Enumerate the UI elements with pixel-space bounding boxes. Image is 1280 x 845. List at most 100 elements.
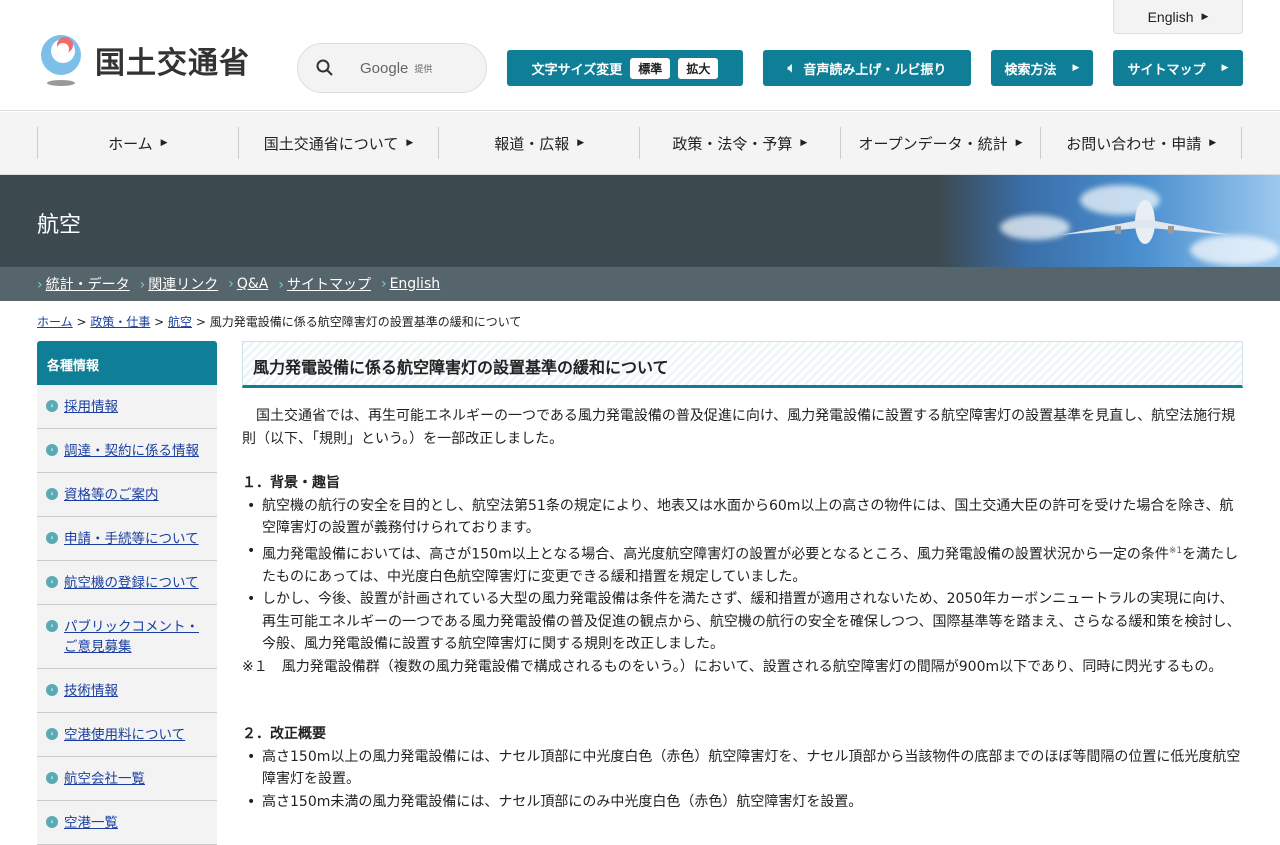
chevron-circle-icon: › — [46, 444, 58, 456]
mlit-logo[interactable]: 国土交通省 — [37, 33, 262, 87]
breadcrumb-policy[interactable]: 政策・仕事 — [90, 315, 150, 329]
gnav-press[interactable]: 報道・広報 ▶ — [439, 127, 641, 159]
english-link[interactable]: English ▶ — [1113, 0, 1243, 34]
triangle-right-icon: ▶ — [1221, 63, 1229, 73]
font-size-label: 文字サイズ変更 — [531, 62, 623, 78]
chevron-circle-icon: › — [46, 816, 58, 828]
sidebar-title: 各種情報 — [37, 341, 217, 385]
search-method-button[interactable]: 検索方法 ▶ — [991, 50, 1093, 86]
search-icon[interactable] — [316, 59, 334, 77]
triangle-right-icon: ▶ — [406, 138, 414, 148]
sidebar: 各種情報 › 採用情報 › 調達・契約に係る情報 › 資格等のご案内 › 申請・手続等について… — [37, 341, 217, 845]
sub-nav: › 統計・データ › 関連リンク › Q&A › サイトマップ › English — [0, 267, 1280, 301]
subnav-english[interactable]: English — [390, 276, 441, 292]
triangle-right-icon: ▶ — [800, 138, 808, 148]
list-item: 高さ150m以上の風力発電設備には、ナセル頂部に中光度白色（赤色）航空障害灯を、… — [242, 746, 1243, 791]
speaker-icon: 🔈︎ — [787, 60, 796, 76]
sidebar-link[interactable]: 航空会社一覧 — [64, 771, 145, 787]
speech-label: 音声読み上げ・ルビ振り — [803, 62, 947, 78]
page-title: 風力発電設備に係る航空障害灯の設置基準の緩和について — [242, 341, 1243, 388]
gnav-label: お問い合わせ・申請 — [1066, 134, 1202, 153]
breadcrumb-home[interactable]: ホーム — [37, 315, 73, 329]
chevron-circle-icon: › — [46, 772, 58, 784]
list-item: 風力発電設備においては、高さが150m以上となる場合、高光度航空障害灯の設置が必… — [242, 540, 1243, 589]
chevron-circle-icon: › — [46, 532, 58, 544]
gnav-label: 報道・広報 — [494, 134, 570, 153]
sidebar-item[interactable]: › 申請・手続等について — [37, 517, 217, 561]
airplane-icon — [1060, 200, 1230, 244]
sitemap-button[interactable]: サイトマップ ▶ — [1113, 50, 1243, 86]
triangle-right-icon: ▶ — [1015, 138, 1023, 148]
breadcrumb-aviation[interactable]: 航空 — [168, 315, 192, 329]
gnav-opendata[interactable]: オープンデータ・統計 ▶ — [841, 127, 1042, 159]
sidebar-link[interactable]: 空港使用料について — [64, 727, 185, 743]
sidebar-item[interactable]: › 空港使用料について — [37, 713, 217, 757]
chevron-right-icon: › — [278, 277, 284, 293]
chevron-circle-icon: › — [46, 400, 58, 412]
chevron-right-icon: › — [228, 276, 234, 292]
chevron-circle-icon: › — [46, 728, 58, 740]
sidebar-item[interactable]: › 資格等のご案内 — [37, 473, 217, 517]
gnav-label: 国土交通省について — [263, 134, 399, 153]
text: 風力発電設備においては、高さが150m以上となる場合、高光度航空障害灯の設置が必… — [262, 546, 1169, 563]
site-search-box[interactable]: Google 提供 — [297, 43, 487, 93]
section-heading: ２．改正概要 — [242, 726, 326, 743]
list-item: 航空機の航行の安全を目的とし、航空法第51条の規定により、地表又は水面から60m… — [242, 495, 1243, 540]
font-large-button[interactable]: 拡大 — [678, 57, 719, 79]
gnav-label: オープンデータ・統計 — [858, 134, 1008, 153]
provided-label: 提供 — [414, 64, 433, 75]
category-title: 航空 — [37, 213, 82, 238]
search-method-label: 検索方法 — [1004, 62, 1057, 78]
airplane-image — [940, 175, 1280, 267]
gnav-policy[interactable]: 政策・法令・予算 ▶ — [640, 127, 841, 159]
logo-mark-icon — [41, 35, 81, 86]
triangle-right-icon: ▶ — [577, 138, 585, 148]
category-banner: 航空 — [0, 175, 1280, 267]
triangle-right-icon: ▶ — [1201, 11, 1209, 21]
sidebar-item[interactable]: › 採用情報 — [37, 385, 217, 429]
font-size-control: 文字サイズ変更 標準 拡大 — [507, 50, 743, 86]
sidebar-link[interactable]: 採用情報 — [64, 399, 118, 415]
subnav-links[interactable]: 関連リンク — [148, 277, 218, 293]
gnav-about[interactable]: 国土交通省について ▶ — [239, 127, 440, 159]
sidebar-link[interactable]: 技術情報 — [64, 683, 118, 699]
triangle-right-icon: ▶ — [160, 138, 168, 148]
speech-ruby-button[interactable]: 🔈︎ 音声読み上げ・ルビ振り — [763, 50, 971, 86]
chevron-circle-icon: › — [46, 620, 58, 632]
sidebar-item[interactable]: › 空港一覧 — [37, 801, 217, 845]
english-label: English — [1147, 8, 1194, 25]
sidebar-item[interactable]: › パブリックコメント・ご意見募集 — [37, 605, 217, 669]
sidebar-link[interactable]: 資格等のご案内 — [64, 487, 159, 503]
subnav-sitemap[interactable]: サイトマップ — [287, 277, 371, 293]
sidebar-link[interactable]: 航空機の登録について — [64, 575, 199, 591]
sidebar-link[interactable]: パブリックコメント・ご意見募集 — [64, 619, 199, 655]
subnav-qa[interactable]: Q&A — [237, 276, 269, 292]
triangle-right-icon: ▶ — [1072, 63, 1080, 73]
gnav-contact[interactable]: お問い合わせ・申請 ▶ — [1041, 127, 1243, 159]
sidebar-link[interactable]: 調達・契約に係る情報 — [64, 443, 199, 459]
sitemap-label: サイトマップ — [1127, 62, 1206, 78]
subnav-stats[interactable]: 統計・データ — [46, 277, 130, 293]
site-header: 国土交通省 Google 提供 English ▶ 文字サイズ変更 標準 拡大 🔈… — [0, 0, 1280, 111]
sidebar-item[interactable]: › 航空会社一覧 — [37, 757, 217, 801]
sidebar-item[interactable]: › 航空機の登録について — [37, 561, 217, 605]
sidebar-item[interactable]: › 調達・契約に係る情報 — [37, 429, 217, 473]
sidebar-link[interactable]: 申請・手続等について — [64, 531, 199, 547]
chevron-right-icon: › — [139, 277, 146, 293]
font-standard-button[interactable]: 標準 — [630, 57, 671, 79]
google-brand: Google — [360, 59, 409, 77]
logo-text: 国土交通省 — [95, 46, 250, 81]
footnote: ※１ 風力発電設備群（複数の風力発電設備で構成されるものをいう。）において、設置… — [242, 658, 1223, 675]
gnav-home[interactable]: ホーム ▶ — [38, 127, 239, 159]
breadcrumb: ホーム > 政策・仕事 > 航空 > 風力発電設備に係る航空障害灯の設置基準の緩… — [37, 315, 522, 329]
gnav-label: ホーム — [108, 134, 153, 153]
main-content: 風力発電設備に係る航空障害灯の設置基準の緩和について 国土交通省では、再生可能エ… — [242, 341, 1243, 813]
intro-paragraph: 国土交通省では、再生可能エネルギーの一つである風力発電設備の普及促進に向け、風力… — [242, 408, 1236, 447]
list-item: 高さ150m未満の風力発電設備には、ナセル頂部にのみ中光度白色（赤色）航空障害灯… — [242, 791, 1243, 814]
sidebar-item[interactable]: › 技術情報 — [37, 669, 217, 713]
section-heading: １．背景・趣旨 — [242, 475, 340, 491]
chevron-right-icon: › — [37, 277, 43, 293]
breadcrumb-current: 風力発電設備に係る航空障害灯の設置基準の緩和について — [209, 315, 522, 329]
chevron-circle-icon: › — [46, 488, 58, 500]
sidebar-link[interactable]: 空港一覧 — [64, 815, 118, 831]
